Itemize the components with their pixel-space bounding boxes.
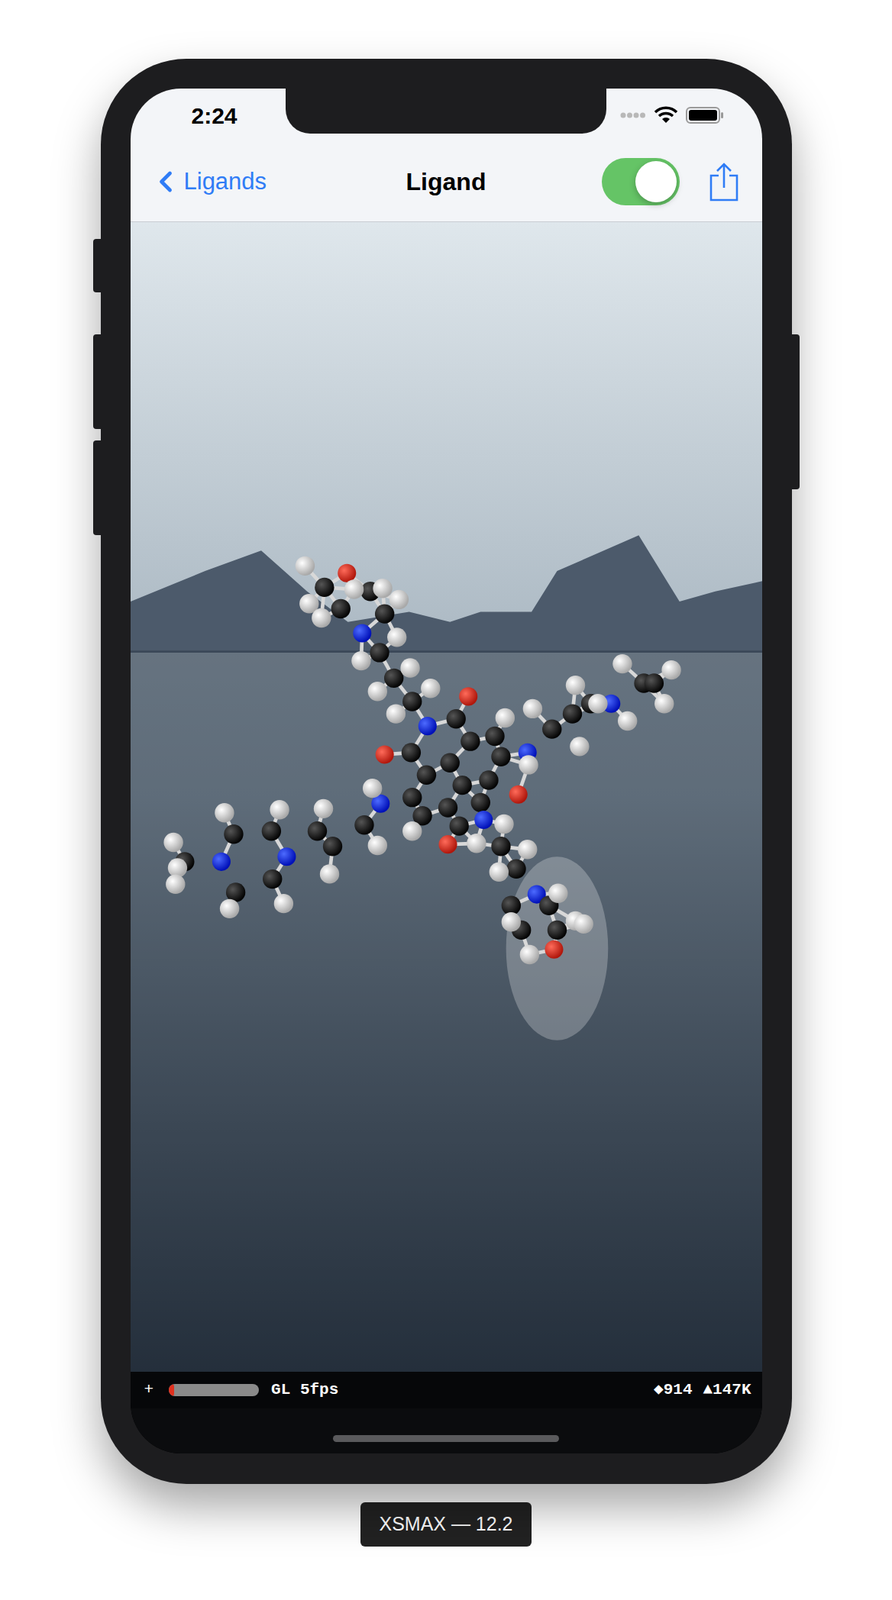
page: 2:24 Ligands Ligand + GL 5fps ◆914 ▲147K XSMAX …: [0, 0, 892, 1600]
nav-title: Ligand: [406, 163, 487, 201]
back-label: Ligands: [184, 164, 268, 201]
nav-bar: Ligands Ligand: [130, 142, 763, 222]
stats-progress-fill: [168, 1384, 175, 1397]
scene-viewport[interactable]: [130, 222, 763, 1373]
back-button[interactable]: Ligands: [148, 164, 268, 201]
volume-up-button: [93, 334, 101, 430]
screen: 2:24 Ligands Ligand + GL 5fps ◆914 ▲147K: [130, 88, 763, 1455]
device-label: XSMAX — 12.2: [360, 1502, 531, 1548]
home-indicator[interactable]: [332, 1435, 560, 1443]
home-area: [130, 1409, 763, 1455]
molecule-model[interactable]: [130, 222, 763, 1373]
volume-down-button: [93, 440, 101, 536]
phone-frame: 2:24 Ligands Ligand + GL 5fps ◆914 ▲147K: [100, 58, 792, 1485]
share-button[interactable]: [707, 161, 741, 203]
toggle-knob: [635, 161, 677, 203]
status-icons: [620, 106, 724, 125]
notch: [285, 88, 607, 134]
side-button: [93, 239, 101, 293]
mountains-backdrop: [130, 222, 763, 1373]
stats-nodes: ◆914: [653, 1378, 692, 1403]
stats-progress: [168, 1384, 259, 1397]
stats-triangles: ▲147K: [702, 1378, 751, 1403]
stats-renderer: GL 5fps: [271, 1378, 339, 1403]
stats-counts: ◆914 ▲147K: [653, 1378, 751, 1403]
wifi-icon: [653, 106, 679, 125]
stats-add-button[interactable]: +: [141, 1378, 158, 1403]
stats-bar: + GL 5fps ◆914 ▲147K: [130, 1372, 763, 1410]
signal-icon: [620, 111, 647, 120]
status-time: 2:24: [191, 98, 238, 133]
toggle-switch[interactable]: [601, 158, 680, 206]
chevron-left-icon: [148, 164, 183, 199]
nav-actions: [601, 158, 741, 206]
power-button: [791, 334, 800, 490]
battery-icon: [685, 106, 724, 125]
share-icon: [707, 161, 741, 202]
